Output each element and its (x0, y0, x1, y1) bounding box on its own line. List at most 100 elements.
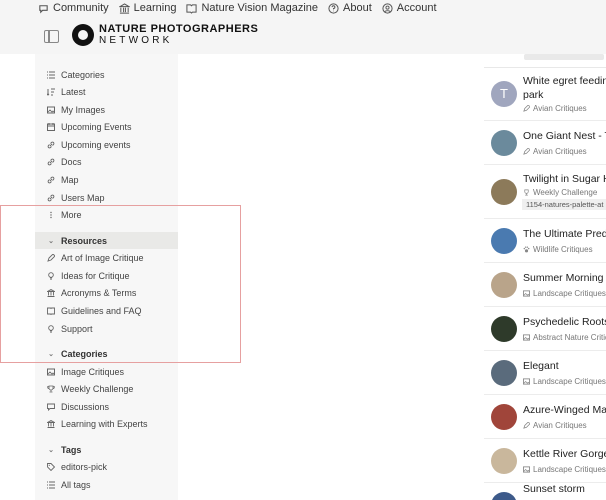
topic-category[interactable]: Abstract Nature Critiq (523, 333, 606, 342)
topic-category[interactable]: Landscape Critiques (523, 377, 606, 386)
section-header-resources[interactable]: ⌄ Resources (35, 232, 178, 249)
topic-title-line2[interactable]: park (523, 89, 606, 102)
section-header-label: Categories (61, 348, 108, 359)
avatar[interactable] (491, 228, 517, 254)
topic-category[interactable]: Landscape Critiques (523, 465, 606, 474)
topic-title[interactable]: Psychedelic Roots A (523, 316, 606, 329)
logo-line2: NETWORK (99, 35, 173, 46)
topic-category[interactable]: Wildlife Critiques (523, 245, 593, 254)
topic-title[interactable]: One Giant Nest - Tw (523, 130, 606, 143)
sidebar-item-weekly-challenge[interactable]: Weekly Challenge (35, 380, 178, 397)
image-icon (523, 290, 530, 297)
sidebar-item-guidelines-faq[interactable]: Guidelines and FAQ (35, 302, 178, 319)
topic-row[interactable]: Azure-Winged Mag Avian Critiques (484, 395, 606, 439)
sidebar-item-label: Ideas for Critique (61, 270, 130, 281)
sidebar-item-categories[interactable]: Categories (35, 66, 178, 83)
topnav-learning[interactable]: Learning (118, 2, 176, 14)
sidebar-item-label: More (61, 209, 82, 220)
topic-row[interactable]: Twilight in Sugar Hil Weekly Challenge 1… (484, 165, 606, 219)
book-icon (186, 3, 198, 14)
sidebar-item-editors-pick[interactable]: editors-pick (35, 458, 178, 475)
topic-category-label: Landscape Critiques (533, 465, 606, 474)
topic-category-label: Weekly Challenge (533, 188, 598, 197)
sidebar-item-label: Upcoming events (61, 139, 131, 150)
sidebar-item-docs[interactable]: Docs (35, 153, 178, 170)
topic-row[interactable]: T White egret feeding park Avian Critiqu… (484, 68, 606, 121)
sidebar-item-upcoming-events-link[interactable]: Upcoming events (35, 136, 178, 153)
topic-title[interactable]: Summer Morning at (523, 272, 606, 285)
section-header-categories[interactable]: ⌄ Categories (35, 345, 178, 362)
avatar[interactable] (491, 404, 517, 430)
avatar[interactable] (491, 272, 517, 298)
topic-row[interactable]: One Giant Nest - Tw Avian Critiques (484, 121, 606, 165)
sidebar-item-all-tags[interactable]: All tags (35, 476, 178, 493)
topic-list: T White egret feeding park Avian Critiqu… (484, 54, 606, 500)
topnav-account[interactable]: Account (382, 2, 437, 14)
sidebar-item-art-of-image-critique[interactable]: Art of Image Critique (35, 249, 178, 266)
topic-title[interactable]: White egret feeding (523, 75, 606, 88)
topic-category[interactable]: Landscape Critiques (523, 289, 606, 298)
avatar[interactable] (491, 179, 517, 205)
topic-row[interactable]: Kettle River Gorge Landscape Critiques (484, 439, 606, 483)
topic-title[interactable]: Twilight in Sugar Hil (523, 173, 606, 186)
topnav-account-label: Account (396, 2, 437, 14)
link-icon (47, 141, 55, 148)
avatar[interactable] (491, 360, 517, 386)
sidebar-item-support[interactable]: Support (35, 320, 178, 337)
sidebar-item-latest[interactable]: Latest (35, 83, 178, 100)
topic-row[interactable]: Elegant Landscape Critiques (484, 351, 606, 395)
topic-category[interactable]: Avian Critiques (523, 147, 587, 156)
sidebar-item-users-map[interactable]: Users Map (35, 189, 178, 206)
topic-row-partial (484, 54, 606, 68)
topic-tag[interactable]: 1154-natures-palette-at (522, 199, 606, 210)
image-icon (523, 334, 530, 341)
sidebar-item-ideas-for-critique[interactable]: Ideas for Critique (35, 267, 178, 284)
pen-icon (523, 148, 530, 155)
topic-title[interactable]: Kettle River Gorge (523, 448, 606, 461)
section-header-tags[interactable]: ⌄ Tags (35, 441, 178, 458)
site-logo[interactable]: NATURE PHOTOGRAPHERS NETWORK (72, 24, 258, 46)
sidebar-item-learning-with-experts[interactable]: Learning with Experts (35, 415, 178, 432)
topic-title[interactable]: Sunset storm (523, 483, 606, 496)
sidebar-item-my-images[interactable]: My Images (35, 101, 178, 118)
topic-title[interactable]: Azure-Winged Mag (523, 404, 606, 417)
sidebar-item-label: Image Critiques (61, 366, 125, 377)
topnav-community[interactable]: Community (38, 2, 109, 14)
sidebar-item-label: Acronyms & Terms (61, 287, 137, 298)
topic-row[interactable]: The Ultimate Preda Wildlife Critiques (484, 219, 606, 263)
sidebar-item-label: Map (61, 174, 79, 185)
topic-category[interactable]: Avian Critiques (523, 104, 587, 113)
sidebar-item-image-critiques[interactable]: Image Critiques (35, 363, 178, 380)
avatar[interactable]: T (491, 81, 517, 107)
avatar[interactable] (491, 448, 517, 474)
sidebar-item-more[interactable]: More (35, 206, 178, 223)
topic-category[interactable]: Avian Critiques (523, 421, 587, 430)
avatar[interactable] (491, 130, 517, 156)
top-bar: Community Learning Nature Vision Magazin… (0, 0, 606, 18)
sidebar-item-label: Learning with Experts (61, 418, 148, 429)
link-icon (47, 176, 55, 183)
chevron-down-icon: ⌄ (48, 446, 54, 454)
sidebar-item-upcoming-events[interactable]: Upcoming Events (35, 118, 178, 135)
sidebar-item-label: Users Map (61, 192, 105, 203)
logo-mark-icon (72, 24, 94, 46)
topic-title[interactable]: Elegant (523, 360, 606, 373)
sidebar-item-map[interactable]: Map (35, 171, 178, 188)
ellipsis-vertical-icon (50, 211, 52, 218)
topic-row[interactable]: Summer Morning at Landscape Critiques (484, 263, 606, 307)
sidebar-toggle-icon[interactable] (44, 30, 59, 43)
lightbulb-icon (48, 271, 54, 280)
topic-category-label: Landscape Critiques (533, 289, 606, 298)
topnav-magazine[interactable]: Nature Vision Magazine (186, 2, 318, 14)
topic-title[interactable]: The Ultimate Preda (523, 228, 606, 241)
top-navigation: Community Learning Nature Vision Magazin… (38, 2, 437, 14)
topic-category[interactable]: Weekly Challenge (523, 188, 597, 197)
sidebar-item-discussions[interactable]: Discussions (35, 398, 178, 415)
topic-row[interactable]: Psychedelic Roots A Abstract Nature Crit… (484, 307, 606, 351)
avatar[interactable] (491, 316, 517, 342)
topic-row[interactable]: Sunset storm (484, 483, 606, 500)
topnav-about[interactable]: About (328, 2, 372, 14)
avatar[interactable] (491, 492, 517, 500)
sidebar-item-acronyms-terms[interactable]: Acronyms & Terms (35, 284, 178, 301)
logo-line1: NATURE PHOTOGRAPHERS (99, 23, 259, 35)
